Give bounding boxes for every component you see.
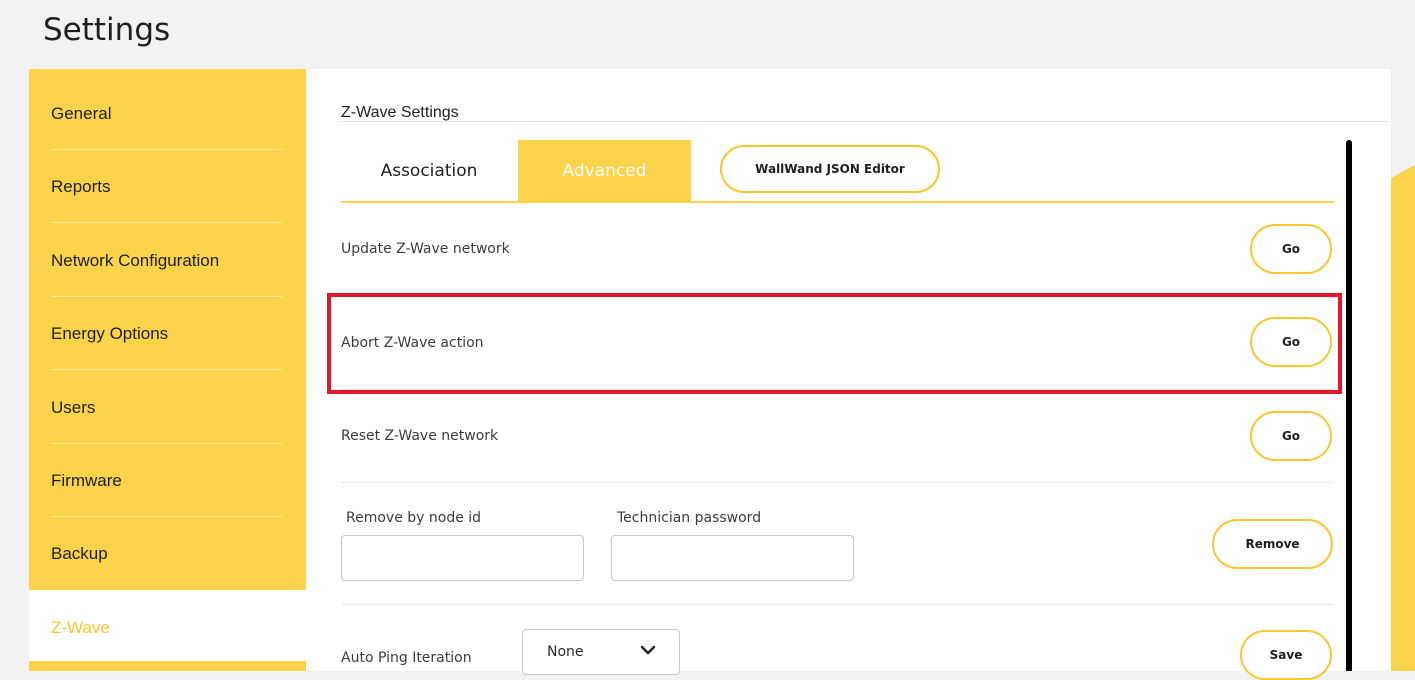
sidebar-divider — [51, 369, 282, 370]
chevron-down-icon — [640, 645, 656, 655]
row-divider — [341, 604, 1334, 605]
sidebar-item-users[interactable]: Users — [29, 371, 306, 444]
sidebar-item-reports[interactable]: Reports — [29, 150, 306, 223]
row-divider — [341, 294, 1334, 295]
section-divider — [341, 121, 1387, 122]
zwave-settings-panel: Z-Wave Settings Association Advanced Wal… — [306, 69, 1391, 680]
sidebar-item-general[interactable]: General — [29, 77, 306, 150]
remove-node-button[interactable]: Remove — [1212, 519, 1333, 569]
auto-ping-label: Auto Ping Iteration — [341, 650, 472, 666]
right-accent-panel — [1391, 165, 1415, 671]
sidebar-item-label: Reports — [51, 176, 111, 196]
auto-ping-selected-value: None — [547, 644, 584, 660]
sidebar-item-label: Backup — [51, 543, 108, 563]
sidebar-footer — [29, 661, 306, 671]
update-network-go-button[interactable]: Go — [1250, 224, 1332, 274]
row-divider — [341, 389, 1334, 390]
sidebar-item-label: Energy Options — [51, 323, 169, 343]
sidebar-item-backup[interactable]: Backup — [29, 517, 306, 590]
tab-advanced[interactable]: Advanced — [518, 140, 691, 201]
update-network-label: Update Z-Wave network — [341, 241, 510, 257]
tab-association[interactable]: Association — [341, 140, 517, 201]
sidebar: General Reports Network Configuration En… — [29, 69, 306, 671]
sidebar-item-energy-options[interactable]: Energy Options — [29, 297, 306, 370]
reset-network-go-button[interactable]: Go — [1250, 411, 1332, 461]
sidebar-item-network-configuration[interactable]: Network Configuration — [29, 224, 306, 297]
auto-ping-select[interactable]: None — [522, 629, 680, 675]
abort-action-label: Abort Z-Wave action — [341, 335, 484, 351]
sidebar-item-label: Network Configuration — [51, 250, 220, 270]
row-divider — [341, 482, 1334, 483]
technician-password-label: Technician password — [617, 510, 762, 526]
sidebar-item-label: Z-Wave — [51, 618, 110, 637]
sidebar-item-z-wave[interactable]: Z-Wave — [29, 590, 306, 661]
scrollbar[interactable] — [1346, 140, 1352, 671]
wallwand-json-editor-button[interactable]: WallWand JSON Editor — [720, 145, 940, 193]
sidebar-item-firmware[interactable]: Firmware — [29, 444, 306, 517]
tabs-underline — [341, 201, 1334, 203]
sidebar-item-label: Firmware — [51, 470, 122, 490]
technician-password-input[interactable] — [611, 535, 854, 581]
sidebar-divider — [51, 222, 282, 223]
node-id-label: Remove by node id — [346, 510, 482, 526]
reset-network-label: Reset Z-Wave network — [341, 428, 499, 444]
section-title: Z-Wave Settings — [341, 104, 459, 121]
node-id-input[interactable] — [341, 535, 584, 581]
abort-action-go-button[interactable]: Go — [1250, 317, 1332, 367]
sidebar-item-label: Users — [51, 397, 96, 417]
page-title: Settings — [43, 12, 171, 48]
sidebar-item-label: General — [51, 103, 112, 123]
auto-ping-save-button[interactable]: Save — [1240, 630, 1332, 680]
